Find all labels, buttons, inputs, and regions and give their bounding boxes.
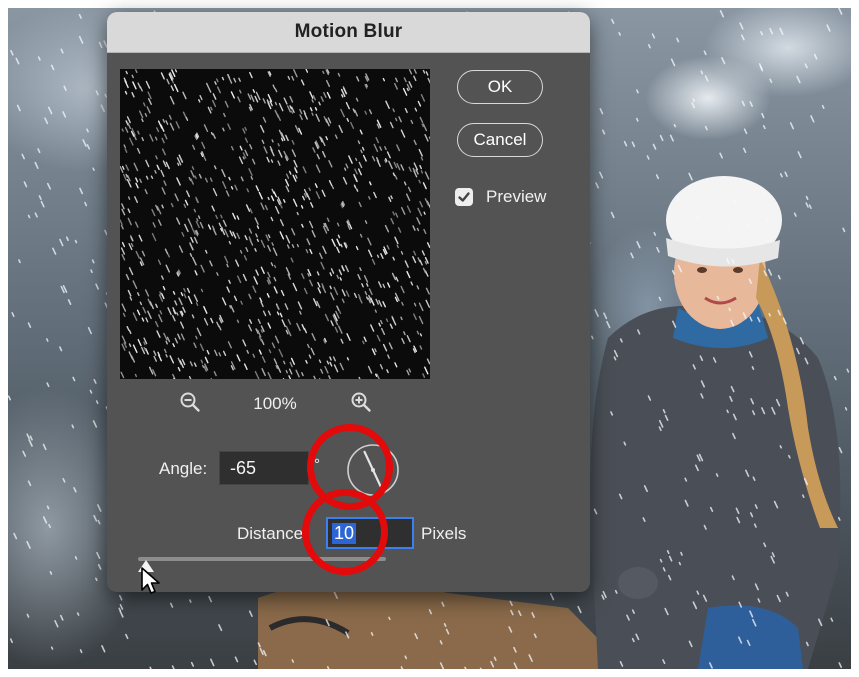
- distance-label: Distance:: [237, 524, 308, 543]
- degree-symbol: °: [314, 456, 320, 473]
- preview-noise-image: [120, 69, 430, 379]
- mouse-pointer-icon: [140, 566, 162, 601]
- cancel-button[interactable]: Cancel: [457, 123, 543, 157]
- distance-slider-track[interactable]: [138, 557, 386, 561]
- dialog-titlebar[interactable]: Motion Blur: [107, 12, 590, 53]
- filter-preview-pane[interactable]: [120, 69, 430, 379]
- angle-dial-icon[interactable]: [345, 442, 401, 503]
- angle-input[interactable]: -65: [219, 451, 309, 485]
- preview-checkbox[interactable]: [455, 188, 473, 206]
- angle-value: -65: [230, 457, 257, 478]
- ok-button[interactable]: OK: [457, 70, 543, 104]
- ok-button-label: OK: [487, 77, 513, 96]
- checkmark-icon: [458, 192, 470, 202]
- motion-blur-dialog: Motion Blur OK Cancel Preview 100% Angle…: [107, 12, 590, 592]
- distance-value: 10: [332, 522, 357, 544]
- zoom-level: 100%: [253, 394, 297, 413]
- distance-input[interactable]: 10: [326, 517, 414, 549]
- preview-label: Preview: [486, 187, 547, 206]
- distance-unit: Pixels: [421, 524, 467, 543]
- zoom-in-icon[interactable]: [350, 391, 372, 418]
- cancel-button-label: Cancel: [473, 130, 527, 149]
- angle-label: Angle:: [159, 459, 208, 478]
- preview-checkbox-row[interactable]: Preview: [455, 187, 546, 207]
- dialog-title: Motion Blur: [294, 21, 403, 42]
- zoom-controls: 100%: [120, 389, 430, 419]
